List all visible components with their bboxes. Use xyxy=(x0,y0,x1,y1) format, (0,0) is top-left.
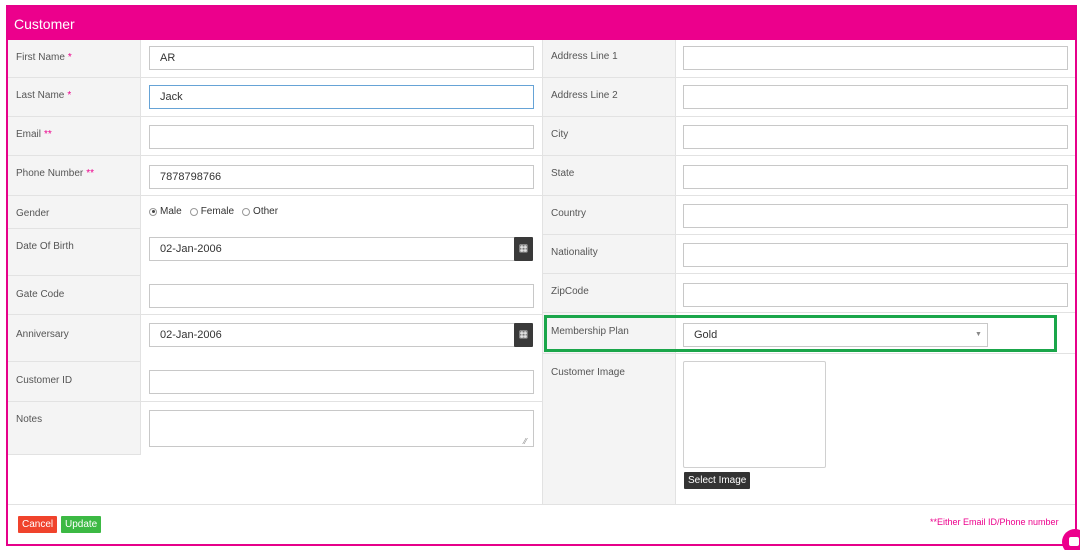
dob-input[interactable]: 02-Jan-2006 xyxy=(149,237,516,261)
gender-male-radio[interactable] xyxy=(149,207,157,216)
anniversary-calendar-icon[interactable]: ▦ xyxy=(514,323,533,347)
resize-handle-icon[interactable]: ⁄⁄ xyxy=(524,437,527,446)
phone-label: Phone Number ** xyxy=(8,156,141,196)
required-note: **Either Email ID/Phone number xyxy=(930,517,1059,527)
zipcode-input[interactable] xyxy=(683,283,1068,307)
gender-radio-group: Male Female Other xyxy=(149,206,283,217)
dob-calendar-icon[interactable]: ▦ xyxy=(514,237,533,261)
update-button[interactable]: Update xyxy=(61,516,102,533)
customer-id-input[interactable] xyxy=(149,370,534,394)
city-label: City xyxy=(543,117,676,156)
panel-title: Customer xyxy=(8,7,1075,40)
address1-label: Address Line 1 xyxy=(543,40,676,78)
first-name-label: First Name * xyxy=(8,40,141,78)
country-input[interactable] xyxy=(683,204,1068,228)
select-image-button[interactable]: Select Image xyxy=(684,472,751,489)
address2-input[interactable] xyxy=(683,85,1068,109)
notes-label: Notes xyxy=(8,402,141,455)
dob-label: Date Of Birth xyxy=(8,229,141,276)
gate-code-input[interactable] xyxy=(149,284,534,308)
phone-input[interactable]: 7878798766 xyxy=(149,165,534,189)
customer-image-label: Customer Image xyxy=(543,354,676,504)
gender-other-label: Other xyxy=(253,206,279,217)
last-name-input[interactable]: Jack xyxy=(149,85,534,109)
cancel-button[interactable]: Cancel xyxy=(18,516,58,533)
email-label: Email ** xyxy=(8,117,141,156)
membership-highlight xyxy=(544,315,1057,352)
last-name-label: Last Name * xyxy=(8,78,141,117)
city-input[interactable] xyxy=(683,125,1068,149)
country-label: Country xyxy=(543,196,676,235)
customer-image-preview xyxy=(683,361,826,468)
footer-divider xyxy=(8,504,1075,505)
gender-female-label: Female xyxy=(200,206,235,217)
anniversary-input[interactable]: 02-Jan-2006 xyxy=(149,323,516,347)
gate-code-label: Gate Code xyxy=(8,276,141,315)
gender-other-radio[interactable] xyxy=(242,207,251,216)
nationality-input[interactable] xyxy=(683,243,1068,267)
chat-icon[interactable] xyxy=(1062,529,1080,550)
email-input[interactable] xyxy=(149,125,534,149)
gender-female-radio[interactable] xyxy=(189,207,198,216)
notes-textarea[interactable] xyxy=(149,410,534,447)
state-input[interactable] xyxy=(683,165,1068,189)
state-label: State xyxy=(543,156,676,196)
gender-male-label: Male xyxy=(160,206,182,217)
gender-label: Gender xyxy=(8,196,141,229)
first-name-input[interactable]: AR xyxy=(149,46,534,70)
address2-label: Address Line 2 xyxy=(543,78,676,117)
nationality-label: Nationality xyxy=(543,235,676,274)
anniversary-label: Anniversary xyxy=(8,315,141,362)
zipcode-label: ZipCode xyxy=(543,274,676,313)
customer-id-label: Customer ID xyxy=(8,362,141,402)
address1-input[interactable] xyxy=(683,46,1068,70)
